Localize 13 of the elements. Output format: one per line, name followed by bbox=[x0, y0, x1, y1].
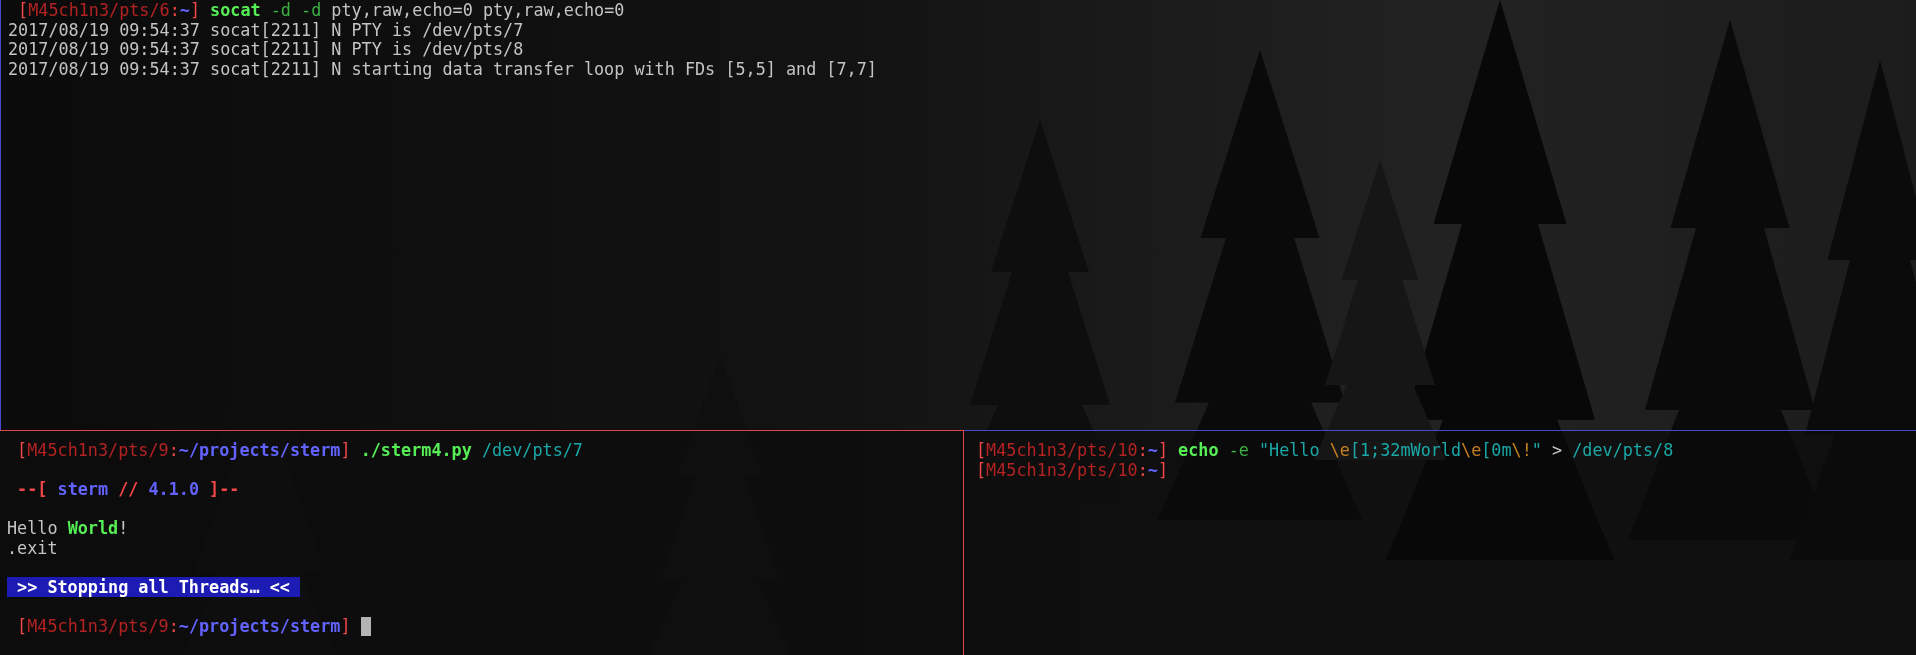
terminal-line: [M45ch1n3/pts/10:~] echo -e "Hello \e[1;32mWorld\e[0m\!" > /dev/pts/8 bbox=[976, 441, 1674, 461]
terminal-line: .exit bbox=[7, 538, 58, 558]
terminal-line: 2017/08/19 09:54:37 socat[2211] N PTY is /dev/pts/7 bbox=[8, 20, 524, 40]
terminal-line: 2017/08/19 09:54:37 socat[2211] N PTY is /dev/pts/8 bbox=[8, 40, 524, 60]
terminal-pane[interactable]: [M45ch1n3/pts/10:~] echo -e "Hello \e[1;32mWorld\e[0m\!" > /dev/pts/8 [M45ch1n3/pts/10:~] bbox=[964, 430, 1916, 655]
terminal-line: [M45ch1n3/pts/10:~] bbox=[976, 460, 1168, 480]
terminal-line: [M45ch1n3/pts/6:~] socat -d -d pty,raw,echo=0 pty,raw,echo=0 bbox=[17, 1, 625, 21]
terminal-line: --[ sterm // 4.1.0 ]-- bbox=[16, 480, 240, 500]
terminal-line: Hello World! bbox=[7, 519, 129, 539]
terminal-line: 2017/08/19 09:54:37 socat[2211] N starting data transfer loop with FDs [5,5] and [7,7] bbox=[8, 59, 877, 79]
terminal-pane[interactable]: [M45ch1n3/pts/9:~/projects/sterm] ./sterm4.py /dev/pts/7 --[ sterm // 4.1.0 ]-- Hello World! .exit >> Stopping all Threads… << [M45ch1n3/pts/9:~/projects/sterm] bbox=[0, 430, 964, 655]
terminal-line: [M45ch1n3/pts/9:~/projects/sterm] ./sterm4.py /dev/pts/7 bbox=[16, 441, 583, 461]
terminal-line: [M45ch1n3/pts/9:~/projects/sterm] bbox=[16, 616, 352, 636]
